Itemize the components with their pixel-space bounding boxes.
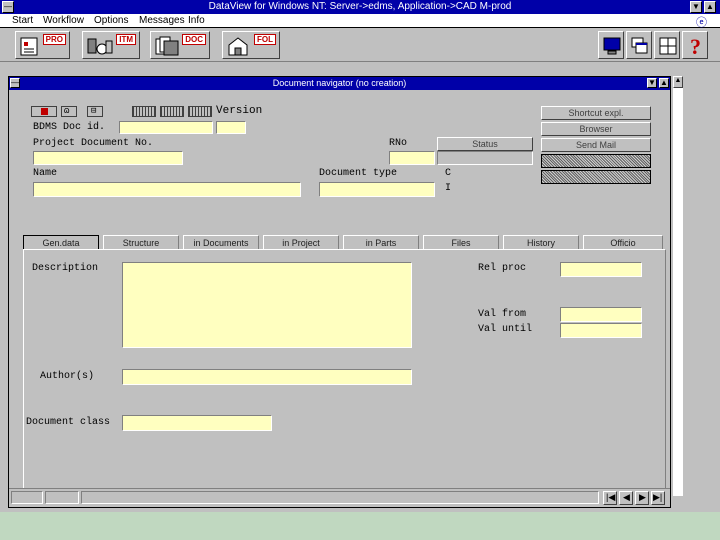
- app-title: DataView for Windows NT: Server->edms, A…: [208, 1, 512, 12]
- next-icon: ▶: [639, 492, 646, 502]
- last-record-button[interactable]: ▶|: [651, 491, 665, 505]
- val-until-field[interactable]: [560, 323, 642, 338]
- item-icon: [87, 38, 113, 55]
- status-bar: |◀ ◀ ▶ ▶|: [9, 488, 670, 506]
- doc-type-flag2: I: [445, 183, 452, 194]
- toolbar: PRO ITM DOC FOL ?: [0, 28, 720, 62]
- send-mail-button[interactable]: Send Mail: [541, 138, 651, 152]
- doc-button[interactable]: DOC: [150, 31, 210, 59]
- nav-button-2[interactable]: [160, 106, 184, 117]
- status-cell-3: [81, 491, 599, 504]
- scroll-up-arrow-icon[interactable]: ▲: [673, 76, 683, 88]
- status-cell-1: [11, 491, 43, 504]
- tile-icon: [659, 37, 677, 55]
- app-title-bar: — DataView for Windows NT: Server->edms,…: [0, 0, 720, 14]
- disabled-button-2: [541, 170, 651, 184]
- minimize-button[interactable]: ▼: [690, 1, 702, 13]
- menu-workflow[interactable]: Workflow: [43, 15, 84, 26]
- record-icon: [41, 108, 48, 115]
- doc-type-label: Document type: [319, 168, 398, 179]
- tile-windows-button[interactable]: [654, 31, 680, 59]
- menu-info[interactable]: Info: [188, 15, 205, 26]
- doc-type-flag: C: [445, 168, 452, 179]
- cascade-icon: [631, 37, 648, 54]
- doc-id-label: BDMS Doc id.: [33, 122, 106, 133]
- question-mark-icon: ?: [690, 35, 701, 57]
- project-doc-field[interactable]: [33, 151, 183, 165]
- doc-class-field[interactable]: [122, 415, 272, 431]
- first-icon: |◀: [606, 492, 616, 502]
- document-icon: [155, 36, 179, 56]
- name-field[interactable]: [33, 182, 301, 197]
- status-button[interactable]: Status: [437, 137, 533, 151]
- product-icon: [20, 37, 38, 56]
- record-button[interactable]: [31, 106, 57, 117]
- help-button[interactable]: ?: [682, 31, 708, 59]
- pro-label: PRO: [42, 34, 66, 45]
- first-record-button[interactable]: |◀: [603, 491, 617, 505]
- menu-bar: Start Workflow Options Messages Info ⓔ: [0, 14, 720, 29]
- doc-id-field[interactable]: [119, 121, 213, 134]
- authors-label: Author(s): [40, 371, 95, 382]
- maximize-button[interactable]: ▲: [704, 1, 716, 13]
- main-window: — DataView for Windows NT: Server->edms,…: [0, 0, 720, 540]
- document-navigator-window: — Document navigator (no creation) ▼ ▲ ɷ…: [8, 76, 671, 508]
- status-cell-2: [45, 491, 79, 504]
- shortcut-explorer-button[interactable]: Shortcut expl.: [541, 106, 651, 120]
- next-record-button[interactable]: ▶: [635, 491, 649, 505]
- menu-options[interactable]: Options: [94, 15, 128, 26]
- binoculars-icon: ɷ: [64, 106, 70, 116]
- description-field[interactable]: [122, 262, 412, 348]
- scroll-track[interactable]: [673, 88, 683, 496]
- folder-icon: [228, 37, 248, 56]
- val-from-field[interactable]: [560, 307, 642, 322]
- monitor-icon: [603, 37, 621, 55]
- version-field[interactable]: [216, 121, 246, 134]
- prev-icon: ◀: [623, 492, 630, 502]
- rno-field[interactable]: [389, 151, 435, 165]
- pro-button[interactable]: PRO: [15, 31, 70, 59]
- prev-record-button[interactable]: ◀: [619, 491, 633, 505]
- itm-button[interactable]: ITM: [82, 31, 140, 59]
- last-icon: ▶|: [653, 492, 663, 502]
- status-field: [437, 151, 533, 165]
- doc-label: DOC: [182, 34, 206, 45]
- child-maximize-button[interactable]: ▲: [659, 78, 669, 88]
- version-label: Version: [216, 105, 263, 117]
- menu-messages[interactable]: Messages: [139, 15, 185, 26]
- rel-proc-field[interactable]: [560, 262, 642, 277]
- fol-button[interactable]: FOL: [222, 31, 280, 59]
- nav-button-3[interactable]: [188, 106, 212, 117]
- name-label: Name: [33, 168, 58, 179]
- val-from-label: Val from: [478, 309, 527, 320]
- navigator-content: ɷ ⊟ Version BDMS Doc id. Project Documen…: [11, 93, 666, 495]
- vertical-scrollbar[interactable]: ▲: [673, 76, 683, 508]
- description-label: Description: [32, 263, 99, 274]
- authors-field[interactable]: [122, 369, 412, 385]
- navigator-title: Document navigator (no creation): [272, 78, 407, 88]
- cascade-windows-button[interactable]: [626, 31, 652, 59]
- print-button[interactable]: ⊟: [87, 106, 103, 117]
- gen-data-panel: Description Rel proc Val from Val until …: [23, 249, 666, 495]
- menu-start[interactable]: Start: [12, 15, 33, 26]
- rel-proc-label: Rel proc: [478, 263, 527, 274]
- desktop-area: [0, 512, 720, 540]
- project-doc-label: Project Document No.: [33, 138, 154, 149]
- nav-button-1[interactable]: [132, 106, 156, 117]
- search-button[interactable]: ɷ: [61, 106, 77, 117]
- browser-button[interactable]: Browser: [541, 122, 651, 136]
- child-minimize-button[interactable]: ▼: [647, 78, 657, 88]
- doc-type-field[interactable]: [319, 182, 435, 197]
- disabled-button-1: [541, 154, 651, 168]
- itm-label: ITM: [116, 34, 136, 45]
- printer-icon: ⊟: [91, 106, 97, 116]
- navigator-title-bar: — Document navigator (no creation) ▼ ▲: [9, 77, 670, 90]
- fol-label: FOL: [254, 34, 276, 45]
- monitor-button[interactable]: [598, 31, 624, 59]
- rno-label: RNo: [389, 138, 408, 149]
- svg-text:?: ?: [690, 35, 701, 57]
- doc-class-label: Document class: [26, 417, 111, 428]
- val-until-label: Val until: [478, 324, 533, 335]
